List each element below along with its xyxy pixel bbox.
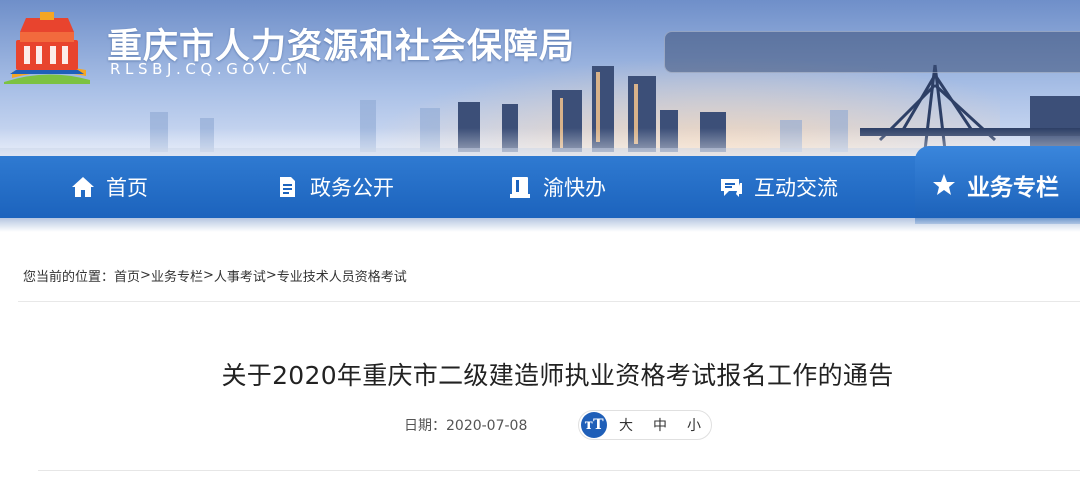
font-size-switcher: тT 大 中 小 <box>578 410 712 440</box>
nav-item-interaction[interactable]: 互动交流 <box>718 156 838 218</box>
breadcrumb-personnel-exam[interactable]: 人事考试 <box>214 266 266 285</box>
breadcrumb-separator: > <box>140 268 151 283</box>
publish-date: 日期：2020-07-08 <box>404 418 528 434</box>
site-domain: RLSBJ.CQ.GOV.CN <box>110 60 312 78</box>
nav-item-label: 首页 <box>106 176 148 200</box>
main-nav: 首页 政务公开 渝快办 互动交流 业务专栏 <box>0 146 1080 224</box>
article-meta: 日期：2020-07-08 <box>404 411 527 439</box>
nav-item-label: 渝快办 <box>543 176 606 200</box>
home-icon <box>70 174 96 200</box>
font-size-medium[interactable]: 中 <box>653 415 671 435</box>
site-logo[interactable] <box>2 10 92 84</box>
document-icon <box>274 174 300 200</box>
nav-item-gov-affairs[interactable]: 政务公开 <box>274 156 394 218</box>
breadcrumb: 您当前的位置： 首页 > 业务专栏 > 人事考试 > 专业技术人员资格考试 <box>18 250 1080 302</box>
font-size-icon: тT <box>581 412 607 438</box>
breadcrumb-separator: > <box>202 268 214 283</box>
nav-item-label: 政务公开 <box>310 176 394 200</box>
search-box[interactable] <box>664 31 1080 73</box>
breadcrumb-business-column[interactable]: 业务专栏 <box>151 266 203 285</box>
breadcrumb-separator: > <box>265 268 277 283</box>
font-size-small[interactable]: 小 <box>687 415 705 435</box>
chat-icon <box>718 174 744 200</box>
nav-item-label: 业务专栏 <box>967 175 1059 201</box>
breadcrumb-home[interactable]: 首页 <box>114 266 140 285</box>
nav-item-label: 互动交流 <box>754 176 838 200</box>
nav-bottom-fade <box>0 218 1080 232</box>
article-divider <box>38 470 1080 471</box>
nav-item-business-column[interactable]: 业务专栏 <box>915 146 1080 224</box>
nav-item-yukuaiban[interactable]: 渝快办 <box>507 156 606 218</box>
article-title: 关于2020年重庆市二级建造师执业资格考试报名工作的通告 <box>221 361 894 390</box>
font-size-large[interactable]: 大 <box>619 415 637 435</box>
book-icon <box>507 174 533 200</box>
nav-item-home[interactable]: 首页 <box>70 156 148 218</box>
breadcrumb-prefix: 您当前的位置： <box>23 270 115 285</box>
breadcrumb-professional-qualification-exam[interactable]: 专业技术人员资格考试 <box>277 266 407 285</box>
star-icon <box>931 172 957 198</box>
